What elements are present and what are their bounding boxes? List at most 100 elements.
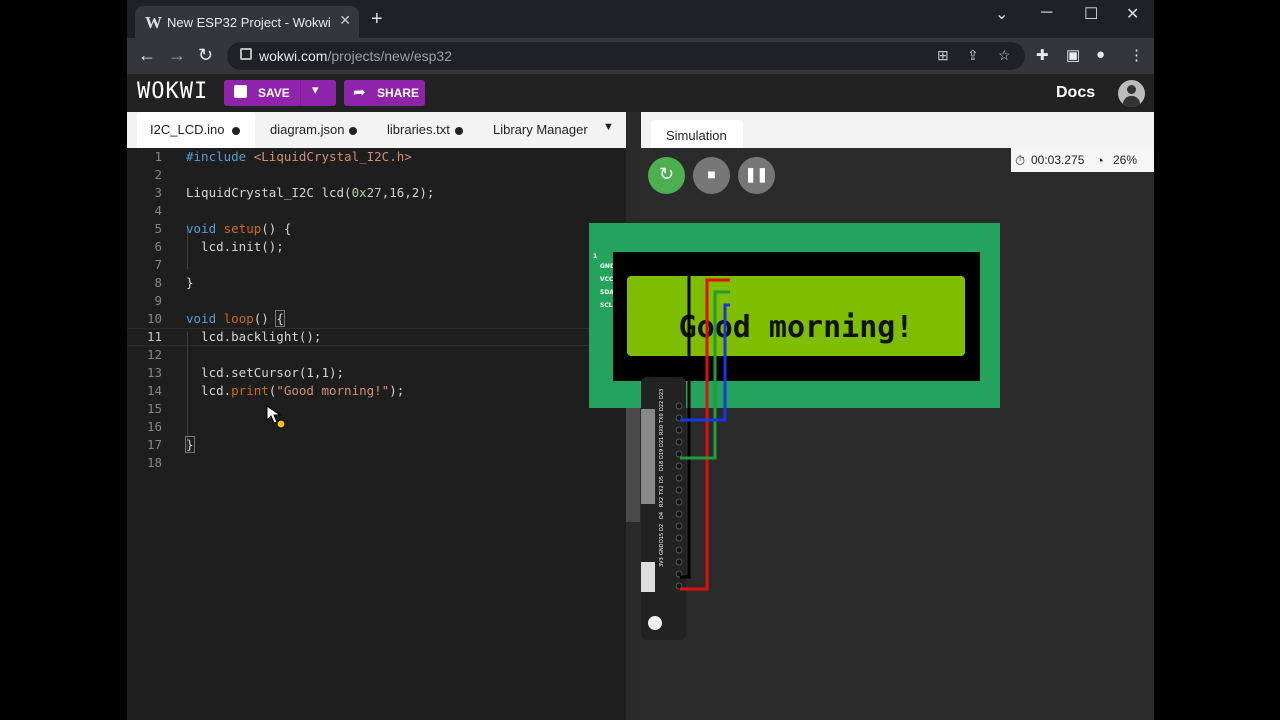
restart-icon: ↻ — [658, 164, 675, 184]
code-line[interactable]: 5 void setup() { — [127, 220, 626, 238]
tab-diagram-json[interactable]: diagram.json — [255, 112, 370, 148]
unsaved-dot-icon — [349, 127, 357, 135]
line-number: 8 — [154, 275, 162, 290]
line-code: void setup() { — [186, 221, 292, 236]
address-bar[interactable]: wokwi.com/projects/new/esp32 ⊞ ⇪ ☆ — [227, 42, 1025, 70]
bookmark-star-icon[interactable]: ☆ — [998, 47, 1011, 64]
stop-button[interactable]: ■ — [693, 157, 730, 194]
line-code: void loop() { — [186, 310, 285, 327]
restart-button[interactable]: ↻ — [648, 157, 685, 194]
line-number: 2 — [154, 167, 162, 182]
code-line-active[interactable]: 11 lcd.backlight(); — [127, 328, 626, 346]
browser-toolbar: ← → ↻ wokwi.com/projects/new/esp32 ⊞ ⇪ ☆… — [127, 38, 1154, 74]
line-number: 4 — [154, 203, 162, 218]
dropdown-caret-icon[interactable]: ▼ — [603, 121, 614, 133]
pause-button[interactable]: ❚❚ — [738, 157, 775, 194]
code-line[interactable]: 14 lcd.print("Good morning!"); — [127, 382, 626, 400]
lcd-pin-scl-label: SCL — [600, 302, 613, 309]
code-line[interactable]: 6 lcd.init(); — [127, 238, 626, 256]
browser-tab[interactable]: W New ESP32 Project - Wokwi Simulator ✕ — [135, 6, 359, 38]
line-number: 9 — [154, 293, 162, 308]
line-code: lcd.backlight(); — [186, 329, 322, 344]
menu-icon[interactable]: ⋮ — [1129, 46, 1144, 64]
line-number: 17 — [146, 437, 162, 452]
code-line[interactable]: 3 LiquidCrystal_I2C lcd(0x27,16,2); — [127, 184, 626, 202]
mouse-pointer-icon — [265, 404, 289, 435]
extensions-icon[interactable]: ✚ — [1036, 46, 1049, 64]
code-editor[interactable]: 1 #include <LiquidCrystal_I2C.h> 2 3 Liqui… — [127, 148, 626, 720]
avatar-body — [1123, 96, 1140, 107]
esp32-pin-label: D21 — [659, 436, 665, 447]
esp32-pin-label: D22 — [659, 400, 665, 411]
save-divider — [300, 80, 301, 106]
line-number: 10 — [146, 311, 162, 326]
code-line[interactable]: 16 — [127, 418, 626, 436]
code-line[interactable]: 15 — [127, 400, 626, 418]
unsaved-dot-icon — [455, 127, 463, 135]
esp32-pin-label: D4 — [659, 511, 665, 519]
share-page-icon[interactable]: ⇪ — [967, 47, 979, 64]
tab-simulation-label: Simulation — [666, 128, 727, 143]
close-tab-icon[interactable]: ✕ — [339, 12, 351, 29]
tab-simulation[interactable]: Simulation — [651, 120, 743, 148]
esp32-pin-label: D19 — [659, 448, 665, 459]
user-avatar-icon[interactable] — [1118, 80, 1145, 107]
lock-icon — [240, 48, 252, 60]
line-code: #include <LiquidCrystal_I2C.h> — [186, 149, 412, 164]
line-code: } — [185, 436, 195, 453]
tab-library-manager[interactable]: Library Manager ▼ — [476, 112, 621, 148]
code-line[interactable]: 18 — [127, 454, 626, 472]
tab-label: I2C_LCD.ino — [150, 122, 225, 137]
esp32-pin-label: RX0 — [659, 424, 665, 435]
side-panel-icon[interactable]: ▣ — [1066, 46, 1080, 64]
tab-label: diagram.json — [270, 122, 345, 137]
share-button[interactable]: ➦ SHARE — [344, 80, 425, 106]
line-number: 13 — [146, 365, 162, 380]
save-label: SAVE — [258, 86, 290, 100]
minimize-icon[interactable]: ─ — [1041, 4, 1052, 22]
reload-icon[interactable]: ↻ — [198, 45, 213, 66]
tab-i2c-lcd-ino[interactable]: I2C_LCD.ino — [137, 112, 255, 148]
back-icon[interactable]: ← — [138, 45, 156, 66]
tab-libraries-txt[interactable]: libraries.txt — [370, 112, 476, 148]
code-line[interactable]: 4 — [127, 202, 626, 220]
line-code: lcd.init(); — [186, 239, 284, 254]
wokwi-logo[interactable]: WOKWI — [137, 79, 208, 104]
line-code: LiquidCrystal_I2C lcd(0x27,16,2); — [186, 185, 435, 200]
line-code: } — [186, 275, 194, 290]
wokwi-favicon-icon: W — [145, 13, 162, 32]
code-line[interactable]: 9 — [127, 292, 626, 310]
lcd-pin-sda-label: SDA — [600, 289, 614, 296]
esp32-pin-label: TX2 — [659, 485, 665, 495]
profile-icon[interactable]: ● — [1096, 46, 1105, 63]
esp32-pin-label: D5 — [659, 475, 665, 483]
forward-icon[interactable]: → — [168, 45, 186, 66]
lcd-frame: Good morning! — [613, 252, 980, 381]
url-text[interactable]: wokwi.com/projects/new/esp32 — [259, 48, 452, 64]
simulation-panel: Simulation ↻ ■ ❚❚ ⏱ 00:03.275 ◔ 26% — [641, 112, 1154, 720]
new-tab-icon[interactable]: + — [371, 8, 383, 31]
esp32-pin-label: 3V3 — [659, 557, 665, 567]
code-line[interactable]: 7 — [127, 256, 626, 274]
floppy-icon — [234, 85, 247, 98]
close-window-icon[interactable]: ✕ — [1126, 4, 1139, 24]
code-line[interactable]: 2 — [127, 166, 626, 184]
tab-label: libraries.txt — [387, 122, 450, 137]
code-line[interactable]: 10 void loop() { — [127, 310, 626, 328]
docs-link[interactable]: Docs — [1056, 84, 1095, 102]
url-host: wokwi.com — [259, 48, 328, 64]
translate-icon[interactable]: ⊞ — [937, 47, 949, 64]
code-line[interactable]: 8} — [127, 274, 626, 292]
editor-scrollbar[interactable] — [626, 112, 641, 720]
code-line[interactable]: 12 — [127, 346, 626, 364]
avatar-head — [1127, 85, 1136, 94]
code-line[interactable]: 17} — [127, 436, 626, 454]
tab-search-icon[interactable]: ⌄ — [995, 4, 1008, 24]
esp32-board[interactable]: D23 D22 TX0 RX0 D21 D19 D18 D5 TX2 RX2 D4 D2 D15 GND 3… — [641, 377, 686, 640]
esp32-pin-label: D2 — [659, 523, 665, 531]
code-line[interactable]: 13 lcd.setCursor(1,1); — [127, 364, 626, 382]
code-line[interactable]: 1 #include <LiquidCrystal_I2C.h> — [127, 148, 626, 166]
maximize-icon[interactable]: ☐ — [1084, 4, 1098, 24]
save-dropdown-icon[interactable]: ▾ — [312, 82, 319, 98]
save-button[interactable]: SAVE ▾ — [224, 80, 336, 106]
